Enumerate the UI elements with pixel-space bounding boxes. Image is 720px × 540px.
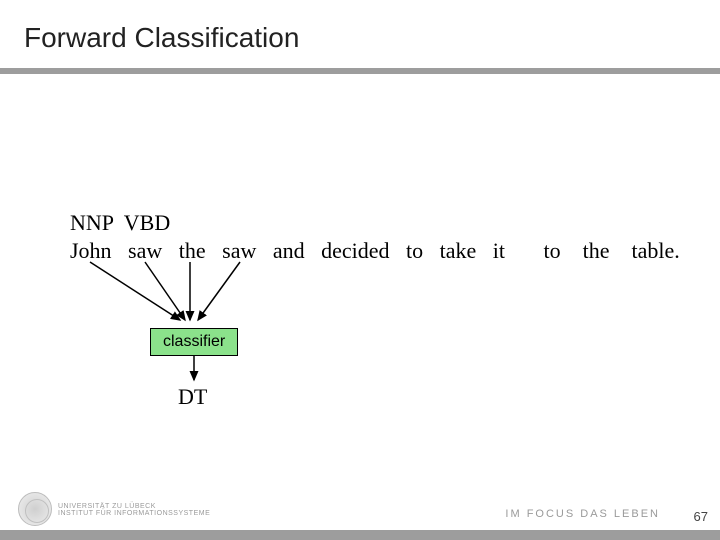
slogan-text: IM FOCUS DAS LEBEN xyxy=(505,508,660,520)
classifier-box: classifier xyxy=(150,328,238,356)
input-arrows xyxy=(70,258,470,328)
output-arrow xyxy=(186,354,202,388)
content-block: NNP VBD John saw the saw and decided to … xyxy=(70,210,680,264)
footer-slogan: IM FOCUS DAS LEBEN xyxy=(505,508,660,520)
page-number: 67 xyxy=(694,509,708,524)
university-name: UNIVERSITÄT ZU LÜBECK INSTITUT FÜR INFOR… xyxy=(58,503,210,518)
footer-bar xyxy=(0,530,720,540)
university-seal-icon xyxy=(18,492,52,526)
university-line2: INSTITUT FÜR INFORMATIONSSYSTEME xyxy=(58,510,210,518)
pos-tags-row: NNP VBD xyxy=(70,210,680,236)
output-tag: DT xyxy=(178,384,207,410)
slide-title: Forward Classification xyxy=(24,22,299,54)
title-divider xyxy=(0,68,720,74)
slide: Forward Classification NNP VBD John saw … xyxy=(0,0,720,540)
